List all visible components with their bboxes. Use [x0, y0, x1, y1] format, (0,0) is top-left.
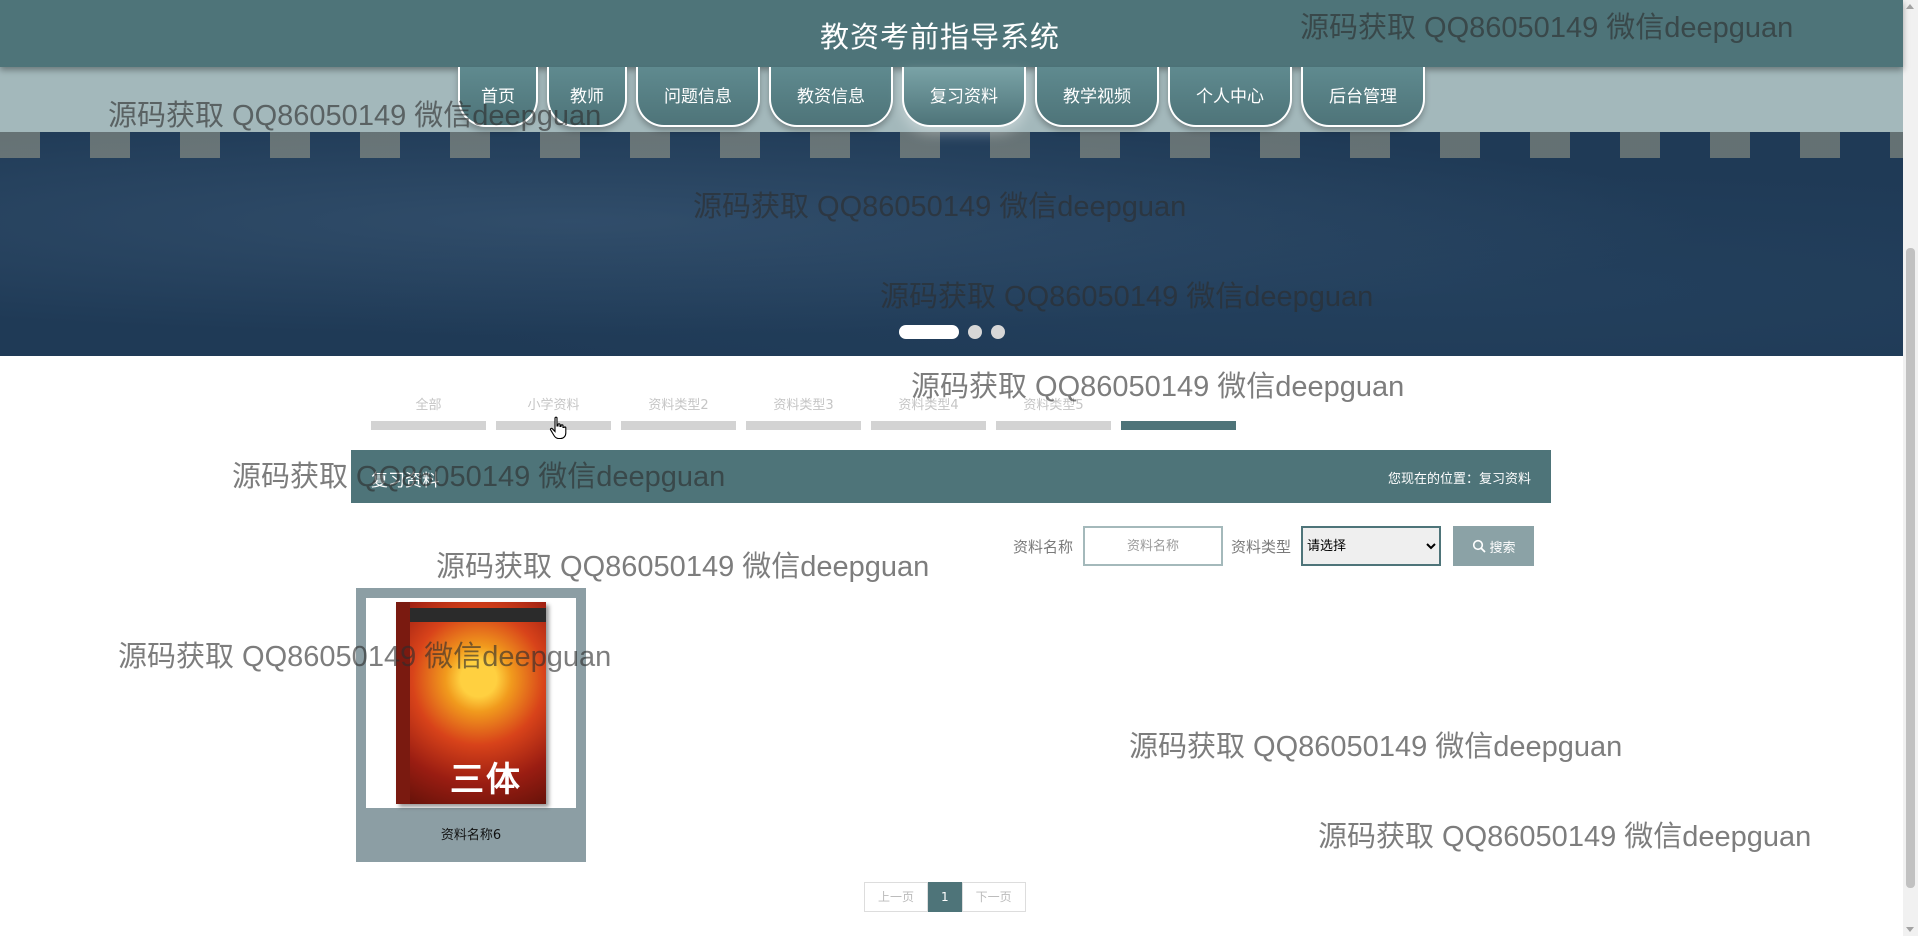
- nav-item-exam-info[interactable]: 教资信息: [769, 67, 893, 127]
- banner-carousel: [0, 132, 1903, 356]
- book-spine: [396, 602, 410, 804]
- nav-item-home[interactable]: 首页: [458, 67, 538, 127]
- prev-page-button[interactable]: 上一页: [864, 882, 929, 912]
- mouse-pointer-icon: [549, 416, 567, 440]
- watermark-text: 源码获取 QQ86050149 微信deepguan: [1129, 731, 1623, 763]
- search-form: 资料名称 资料类型 请选择 搜索: [1013, 526, 1535, 566]
- nav-item-personal-center[interactable]: 个人中心: [1168, 67, 1292, 127]
- main-nav: 首页 教师 问题信息 教资信息 复习资料 教学视频 个人中心 后台管理: [458, 67, 1425, 129]
- book-cover: 三体: [396, 602, 546, 804]
- type-field-label: 资料类型: [1231, 537, 1292, 556]
- search-button[interactable]: 搜索: [1453, 526, 1535, 566]
- nav-item-teaching-videos[interactable]: 教学视频: [1035, 67, 1159, 127]
- section-title: 复习资料: [371, 471, 439, 491]
- scroll-down-arrow-icon[interactable]: [1906, 927, 1914, 932]
- nav-item-review-materials[interactable]: 复习资料: [902, 67, 1026, 127]
- nav-item-questions[interactable]: 问题信息: [636, 67, 760, 127]
- pagination: 上一页 1 下一页: [864, 882, 1026, 912]
- category-tab-type5[interactable]: 资料类型5: [996, 392, 1111, 430]
- site-title: 教资考前指导系统: [819, 20, 1060, 54]
- nav-item-admin[interactable]: 后台管理: [1301, 67, 1425, 127]
- book-cover-title: 三体: [450, 760, 522, 800]
- name-field-label: 资料名称: [1013, 537, 1074, 556]
- page-1-button[interactable]: 1: [928, 882, 962, 912]
- scroll-up-arrow-icon[interactable]: [1906, 4, 1914, 9]
- type-select[interactable]: 请选择: [1301, 526, 1442, 566]
- watermark-text: 源码获取 QQ86050149 微信deepguan: [436, 551, 930, 583]
- search-button-label: 搜索: [1489, 540, 1516, 556]
- page-scrollbar[interactable]: [1903, 0, 1918, 936]
- top-header-bar: 教资考前指导系统: [0, 0, 1903, 67]
- carousel-dot-2[interactable]: [968, 325, 982, 339]
- breadcrumb: 您现在的位置：复习资料: [1387, 472, 1531, 487]
- category-tab-type4[interactable]: 资料类型4: [871, 392, 986, 430]
- scroll-thumb[interactable]: [1906, 248, 1915, 888]
- category-tab-type6[interactable]: 资料类型6: [1121, 392, 1236, 430]
- name-search-input[interactable]: [1083, 526, 1224, 566]
- category-tab-type2[interactable]: 资料类型2: [621, 392, 736, 430]
- material-caption: 资料名称6: [440, 828, 502, 843]
- search-icon: [1472, 539, 1486, 553]
- watermark-text: 源码获取 QQ86050149 微信deepguan: [1318, 821, 1812, 853]
- section-header: 复习资料 您现在的位置：复习资料: [351, 450, 1551, 503]
- category-tabs: 全部 小学资料 资料类型2 资料类型3 资料类型4 资料类型5 资料类型6: [371, 392, 1236, 430]
- material-cover-image: 三体: [366, 598, 576, 808]
- next-page-button[interactable]: 下一页: [961, 882, 1026, 912]
- category-tab-all[interactable]: 全部: [371, 392, 486, 430]
- carousel-dots: [899, 325, 1005, 339]
- carousel-dot-1[interactable]: [899, 325, 959, 339]
- book-band: [410, 608, 546, 622]
- category-tab-type3[interactable]: 资料类型3: [746, 392, 861, 430]
- material-card[interactable]: 三体 资料名称6: [356, 588, 586, 862]
- banner-decoration: [0, 132, 1903, 158]
- nav-item-teachers[interactable]: 教师: [547, 67, 627, 127]
- carousel-dot-3[interactable]: [991, 325, 1005, 339]
